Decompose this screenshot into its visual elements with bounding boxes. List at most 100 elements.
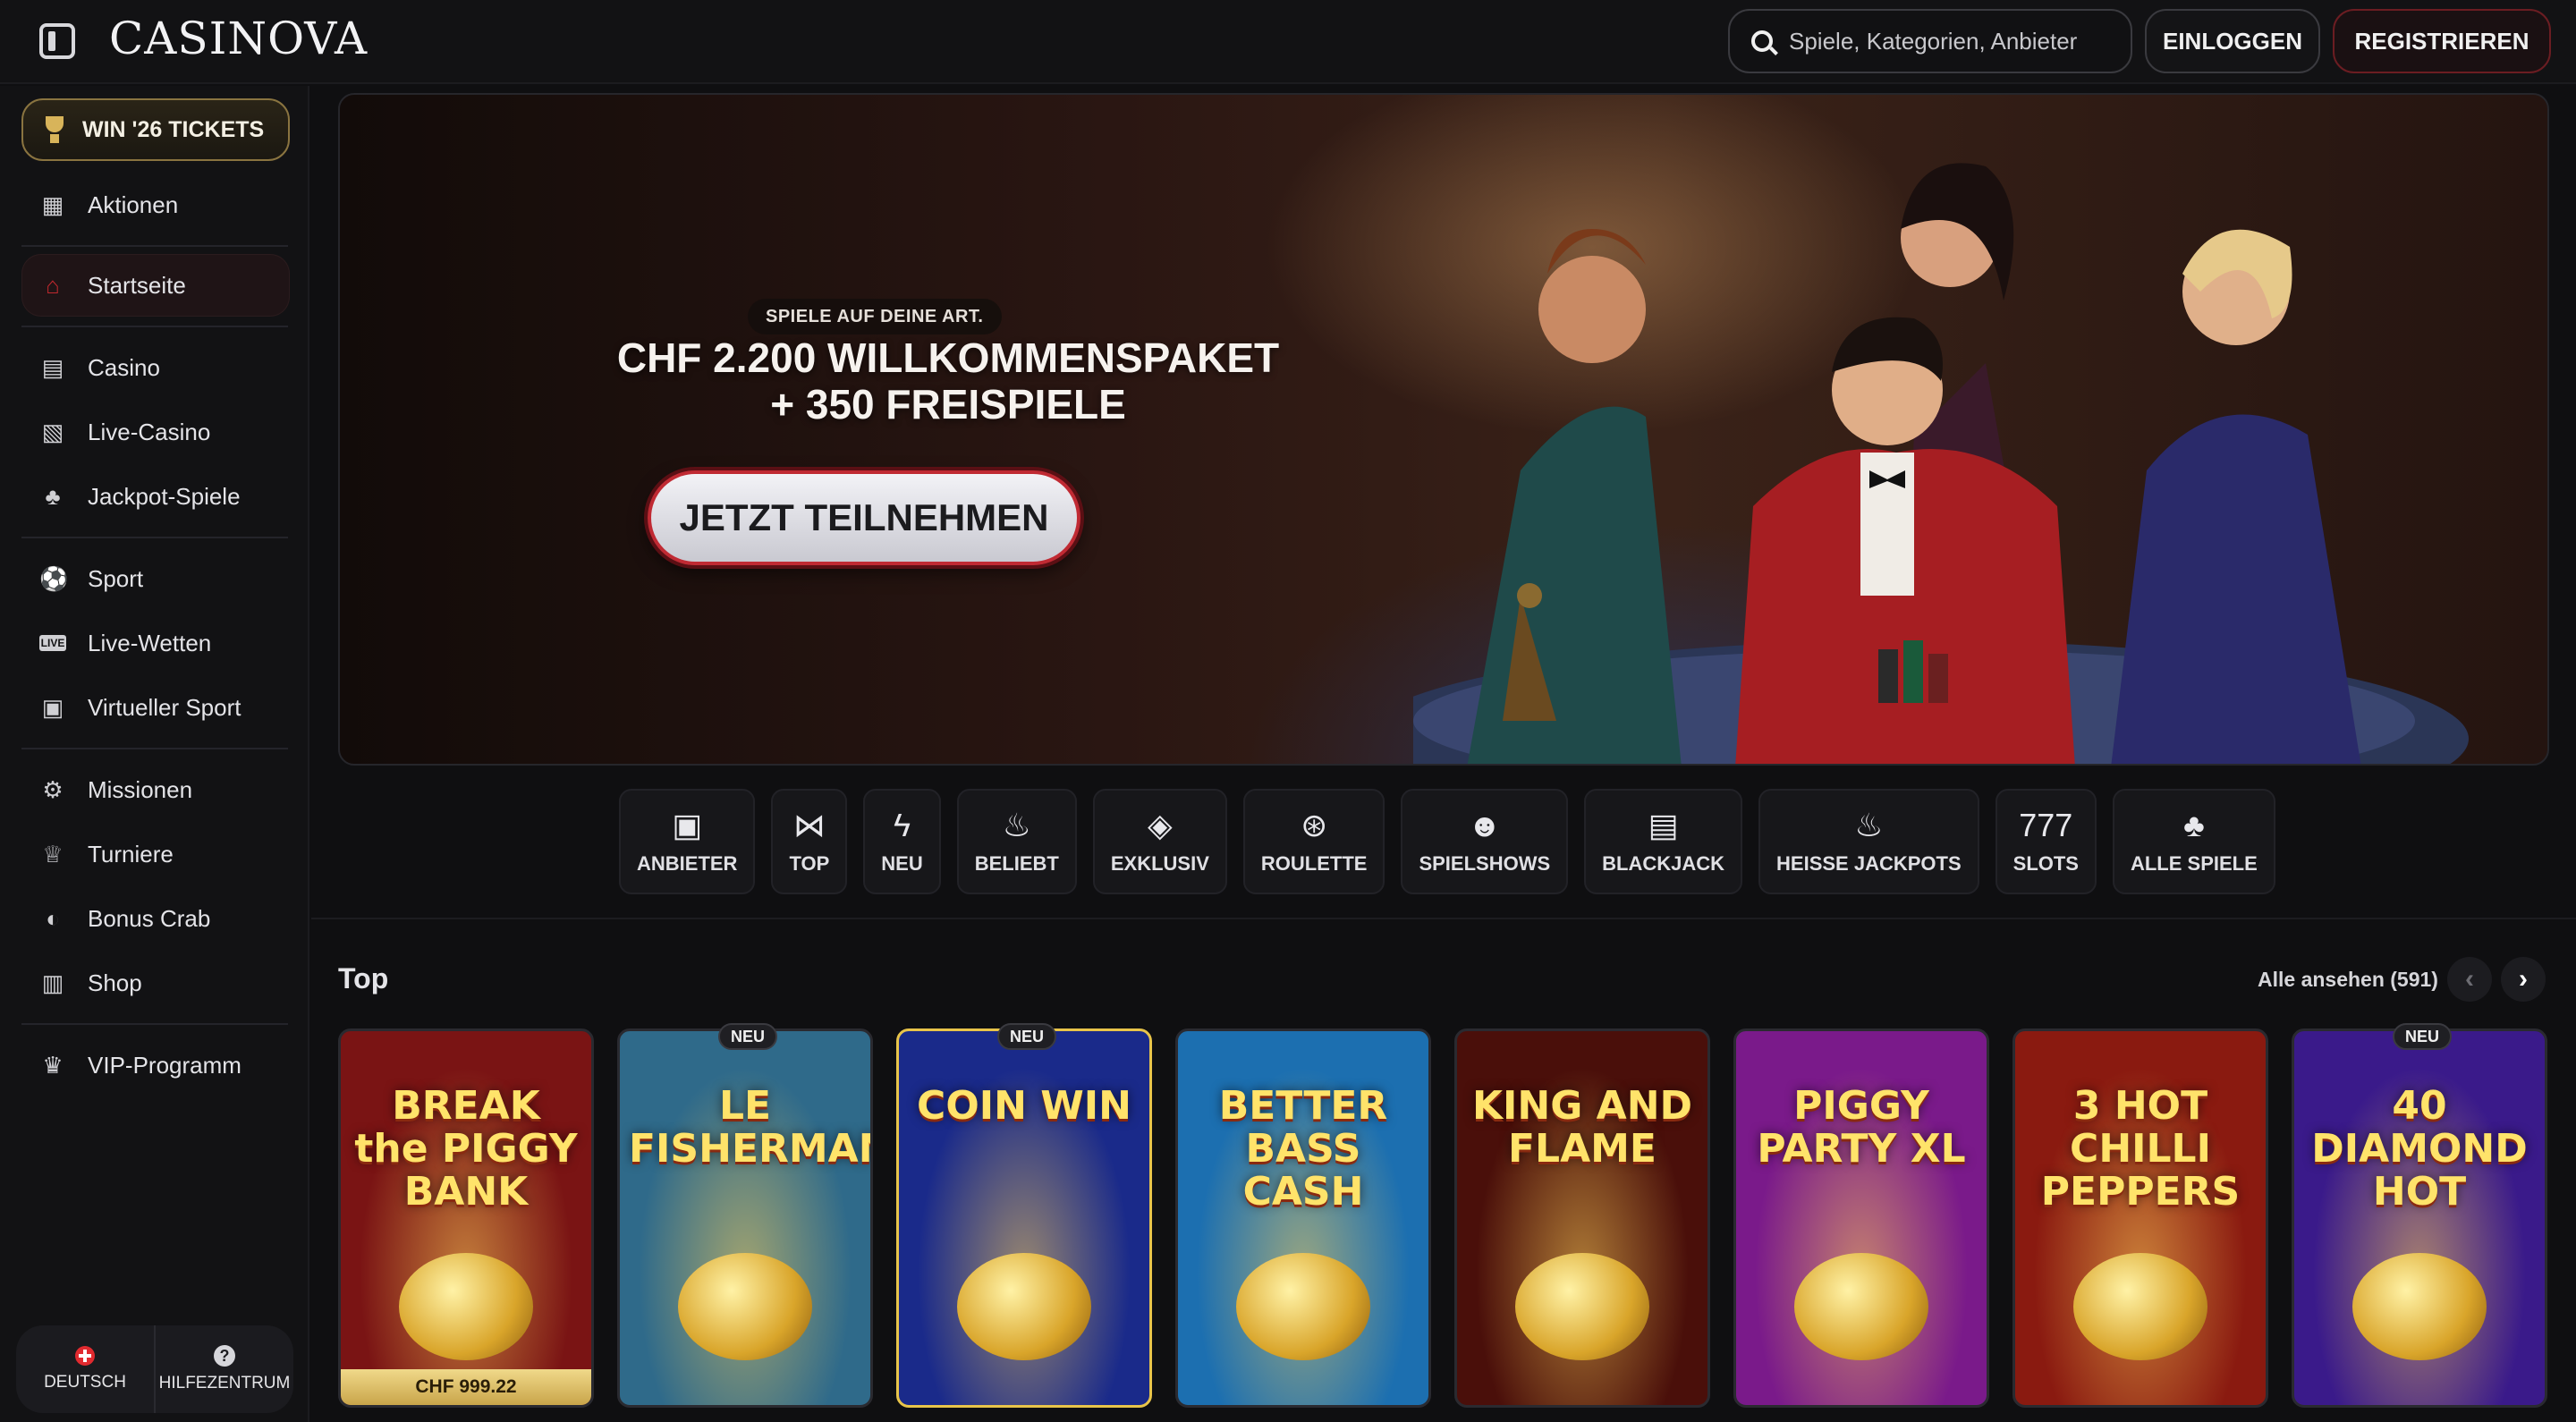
category-tab-label: BLACKJACK: [1602, 852, 1725, 875]
category-tab-label: ALLE SPIELE: [2130, 852, 2258, 875]
category-tab-exklusiv[interactable]: ◈ EXKLUSIV: [1092, 789, 1227, 894]
game-title: KING AND FLAME: [1471, 1083, 1693, 1172]
sidebar-item-label: Live-Wetten: [88, 629, 212, 656]
category-tab-beliebt[interactable]: ♨ BELIEBT: [956, 789, 1077, 894]
sidebar-item-vip-programm[interactable]: ♛ VIP-Programm: [21, 1034, 290, 1096]
sidebar-divider: [21, 748, 288, 749]
category-tab-roulette[interactable]: ⊛ ROULETTE: [1242, 789, 1385, 894]
sidebar-divider: [21, 1023, 288, 1025]
game-artwork: [1794, 1253, 1928, 1360]
sidebar-item-live-casino[interactable]: ▧ Live-Casino: [21, 401, 290, 463]
category-tab-label: ROULETTE: [1260, 852, 1368, 875]
sidebar-item-casino[interactable]: ▤ Casino: [21, 336, 290, 399]
mask-icon: ☻: [1467, 807, 1502, 843]
sidebar-item-label: Startseite: [88, 271, 186, 299]
chili-icon: ♨: [1854, 807, 1884, 843]
casinova-logo[interactable]: CASINOVA: [109, 13, 368, 64]
join-now-button[interactable]: JETZT TEILNEHMEN: [648, 470, 1080, 565]
hero-title: CHF 2.200 WILLKOMMENSPAKET + 350 FREISPI…: [501, 334, 1395, 427]
new-badge: NEU: [2393, 1023, 2453, 1050]
hero-banner[interactable]: SPIELE AUF DEINE ART. CHF 2.200 WILLKOMM…: [338, 93, 2549, 766]
section-divider: [311, 918, 2576, 919]
game-tile[interactable]: 40 DIAMOND HOT: [2292, 1028, 2547, 1408]
sidebar-item-shop[interactable]: ▥ Shop: [21, 952, 290, 1014]
sidebar-item-turniere[interactable]: ♕ Turniere: [21, 823, 290, 885]
sidebar-divider: [21, 326, 288, 327]
category-tab-anbieter[interactable]: ▣ ANBIETER: [619, 789, 756, 894]
game-tile[interactable]: PIGGY PARTY XL: [1733, 1028, 1989, 1408]
chevron-left-icon: ‹: [2465, 964, 2474, 994]
cards-icon: ▧: [41, 419, 64, 445]
win-tickets-button[interactable]: WIN '26 TICKETS: [21, 98, 290, 161]
game-title: BETTER BASS CASH: [1218, 1083, 1388, 1215]
sidebar-item-startseite[interactable]: ⌂ Startseite: [21, 254, 290, 317]
sidebar-item-missionen[interactable]: ⚙ Missionen: [21, 758, 290, 821]
category-tab-neu[interactable]: ϟ NEU: [863, 789, 941, 894]
game-tile[interactable]: 3 HOT CHILLI PEPPERS: [2012, 1028, 2268, 1408]
sidebar-item-bonus-crab[interactable]: ◐ Bonus Crab: [21, 887, 290, 950]
mission-icon: ⚙: [42, 776, 64, 803]
game-artwork: [2352, 1253, 2487, 1360]
search-icon: [1751, 30, 1773, 52]
sidebar-divider: [21, 245, 288, 247]
category-tab-label: HEISSE JACKPOTS: [1776, 852, 1962, 875]
clover-icon: ♣: [45, 483, 61, 510]
language-selector[interactable]: DEUTSCH: [16, 1325, 154, 1413]
section-title: Top: [338, 962, 389, 995]
game-tile[interactable]: COIN WIN: [896, 1028, 1152, 1408]
live-icon: LIVE: [39, 635, 66, 651]
carousel-next-button[interactable]: ›: [2501, 957, 2546, 1002]
sidebar-item-virtueller-sport[interactable]: ▣ Virtueller Sport: [21, 676, 290, 739]
sidebar-item-sport[interactable]: ⚽ Sport: [21, 547, 290, 610]
swiss-flag-icon: [75, 1346, 95, 1366]
gift-icon: ▦: [41, 191, 64, 218]
game-title: BREAK the PIGGY BANK: [354, 1083, 578, 1215]
hero-title-line2: + 350 FREISPIELE: [770, 381, 1126, 427]
help-icon: ?: [214, 1345, 235, 1367]
top-header: CASINOVA EINLOGGEN REGISTRIEREN: [0, 0, 2576, 84]
slot-machine-icon: ▤: [41, 354, 64, 381]
suits-icon: ♣: [2183, 807, 2205, 843]
sidebar-toggle-icon[interactable]: [39, 23, 75, 59]
view-all-link[interactable]: Alle ansehen (591): [2258, 968, 2438, 992]
category-tab-spielshows[interactable]: ☻ SPIELSHOWS: [1401, 789, 1569, 894]
hero-illustration: [1413, 163, 2469, 764]
search-input[interactable]: [1789, 27, 2111, 55]
category-tab-slots[interactable]: 777 SLOTS: [1995, 789, 2097, 894]
language-label: DEUTSCH: [44, 1373, 126, 1392]
game-tile[interactable]: BREAK the PIGGY BANK CHF 999.22: [338, 1028, 594, 1408]
help-center-button[interactable]: ? HILFEZENTRUM: [154, 1325, 293, 1413]
sidebar: WIN '26 TICKETS ▦ Aktionen ⌂ Startseite …: [0, 86, 309, 1422]
win-tickets-label: WIN '26 TICKETS: [82, 116, 265, 142]
provider-icon: ▣: [672, 807, 703, 843]
category-tab-top[interactable]: ⋈ TOP: [771, 789, 848, 894]
game-title: COIN WIN: [917, 1083, 1131, 1129]
game-tile[interactable]: LE FISHERMAN: [617, 1028, 873, 1408]
sidebar-item-label: Missionen: [88, 775, 193, 803]
game-title: PIGGY PARTY XL: [1757, 1083, 1966, 1172]
register-button[interactable]: REGISTRIEREN: [2333, 9, 2551, 73]
sidebar-item-jackpot-spiele[interactable]: ♣ Jackpot-Spiele: [21, 465, 290, 528]
sidebar-item-label: Aktionen: [88, 190, 179, 218]
game-tile[interactable]: KING AND FLAME: [1454, 1028, 1710, 1408]
search-bar[interactable]: [1728, 9, 2132, 73]
lightning-icon: ϟ: [893, 807, 911, 843]
sidebar-item-label: Turniere: [88, 840, 174, 868]
sidebar-item-aktionen[interactable]: ▦ Aktionen: [21, 174, 290, 236]
login-button[interactable]: EINLOGGEN: [2145, 9, 2320, 73]
sidebar-item-live-wetten[interactable]: LIVE Live-Wetten: [21, 612, 290, 674]
category-tab-alle-spiele[interactable]: ♣ ALLE SPIELE: [2112, 789, 2275, 894]
sidebar-footer: DEUTSCH ? HILFEZENTRUM: [16, 1325, 293, 1413]
game-title: LE FISHERMAN: [629, 1083, 873, 1172]
game-title: 3 HOT CHILLI PEPPERS: [2040, 1083, 2241, 1215]
sidebar-divider: [21, 537, 288, 538]
category-tab-blackjack[interactable]: ▤ BLACKJACK: [1584, 789, 1743, 894]
soccer-ball-icon: ⚽: [39, 565, 69, 592]
crown-icon: ♛: [42, 1052, 64, 1079]
carousel-prev-button[interactable]: ‹: [2447, 957, 2492, 1002]
game-artwork: [399, 1253, 533, 1360]
game-artwork: [1515, 1253, 1649, 1360]
category-tab-heisse-jackpots[interactable]: ♨ HEISSE JACKPOTS: [1758, 789, 1979, 894]
trophy-icon: [45, 116, 64, 143]
game-tile[interactable]: BETTER BASS CASH: [1175, 1028, 1431, 1408]
